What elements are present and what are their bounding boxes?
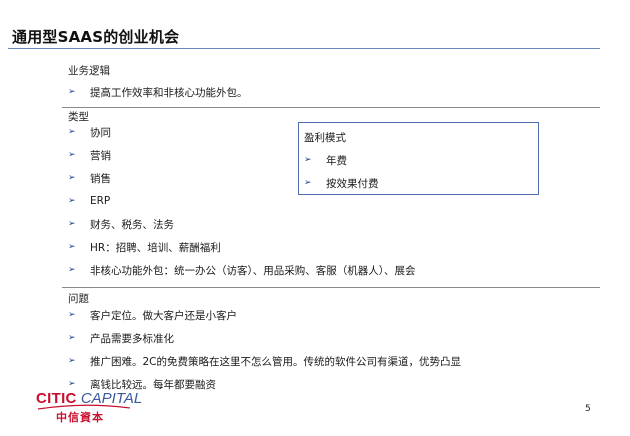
arrowhead-bullet-icon: ➢: [304, 155, 312, 165]
section-label-issues: 问题: [68, 293, 89, 305]
page-number: 5: [585, 404, 591, 414]
arrowhead-bullet-icon: ➢: [68, 265, 76, 275]
arrowhead-bullet-icon: ➢: [68, 333, 76, 343]
list-item-text: 协同: [90, 126, 111, 139]
section-divider: [62, 287, 600, 288]
list-item-text: 销售: [90, 172, 111, 185]
list-item: ➢ 销售: [68, 170, 111, 186]
logo-chinese-name: 中信資本: [56, 411, 104, 424]
slide-title: 通用型SAAS的创业机会: [12, 28, 180, 46]
list-item: ➢ 客户定位。做大客户还是小客户: [68, 307, 237, 323]
list-item: ➢ 协同: [68, 124, 111, 140]
list-item-text: ERP: [90, 195, 111, 207]
list-item-text: HR：招聘、培训、薪酬福利: [90, 241, 221, 254]
list-item: ➢ 按效果付费: [304, 175, 379, 191]
profit-model-title: 盈利模式: [304, 132, 346, 144]
section-label-logic: 业务逻辑: [68, 65, 110, 77]
list-item: ➢ 推广困难。2C的免费策略在这里不怎么管用。传统的软件公司有渠道，优势凸显: [68, 353, 461, 369]
list-item: ➢ 提高工作效率和非核心功能外包。: [68, 84, 248, 100]
list-item: ➢ 年费: [304, 152, 347, 168]
arrowhead-bullet-icon: ➢: [68, 219, 76, 229]
list-item: ➢ HR：招聘、培训、薪酬福利: [68, 239, 221, 255]
section-divider: [62, 107, 600, 108]
arrowhead-bullet-icon: ➢: [68, 173, 76, 183]
arrowhead-bullet-icon: ➢: [68, 87, 76, 97]
list-item-text: 按效果付费: [326, 177, 379, 190]
list-item-text: 非核心功能外包：统一办公（访客）、用品采购、客服（机器人）、展会: [90, 264, 416, 277]
list-item-text: 提高工作效率和非核心功能外包。: [90, 86, 248, 99]
list-item: ➢ 产品需要多标准化: [68, 330, 174, 346]
section-label-types: 类型: [68, 111, 89, 123]
list-item-text: 营销: [90, 149, 111, 162]
arrowhead-bullet-icon: ➢: [68, 356, 76, 366]
list-item-text: 推广困难。2C的免费策略在这里不怎么管用。传统的软件公司有渠道，优势凸显: [90, 355, 462, 368]
list-item: ➢ 财务、税务、法务: [68, 216, 174, 232]
list-item-text: 年费: [326, 154, 347, 167]
arrowhead-bullet-icon: ➢: [68, 242, 76, 252]
list-item-text: 客户定位。做大客户还是小客户: [90, 309, 237, 322]
list-item: ➢ 营销: [68, 147, 111, 163]
arrowhead-bullet-icon: ➢: [68, 150, 76, 160]
arrowhead-bullet-icon: ➢: [68, 127, 76, 137]
citic-capital-logo: CITIC CAPITAL 中信資本: [36, 391, 142, 427]
arrowhead-bullet-icon: ➢: [304, 178, 312, 188]
list-item-text: 产品需要多标准化: [90, 332, 174, 345]
list-item-text: 财务、税务、法务: [90, 218, 174, 231]
profit-model-box: 盈利模式 ➢ 年费 ➢ 按效果付费: [298, 122, 539, 195]
list-item: ➢ 非核心功能外包：统一办公（访客）、用品采购、客服（机器人）、展会: [68, 262, 416, 278]
title-divider: [8, 48, 600, 49]
arrowhead-bullet-icon: ➢: [68, 310, 76, 320]
arrowhead-bullet-icon: ➢: [68, 196, 76, 206]
list-item: ➢ ERP: [68, 193, 110, 209]
